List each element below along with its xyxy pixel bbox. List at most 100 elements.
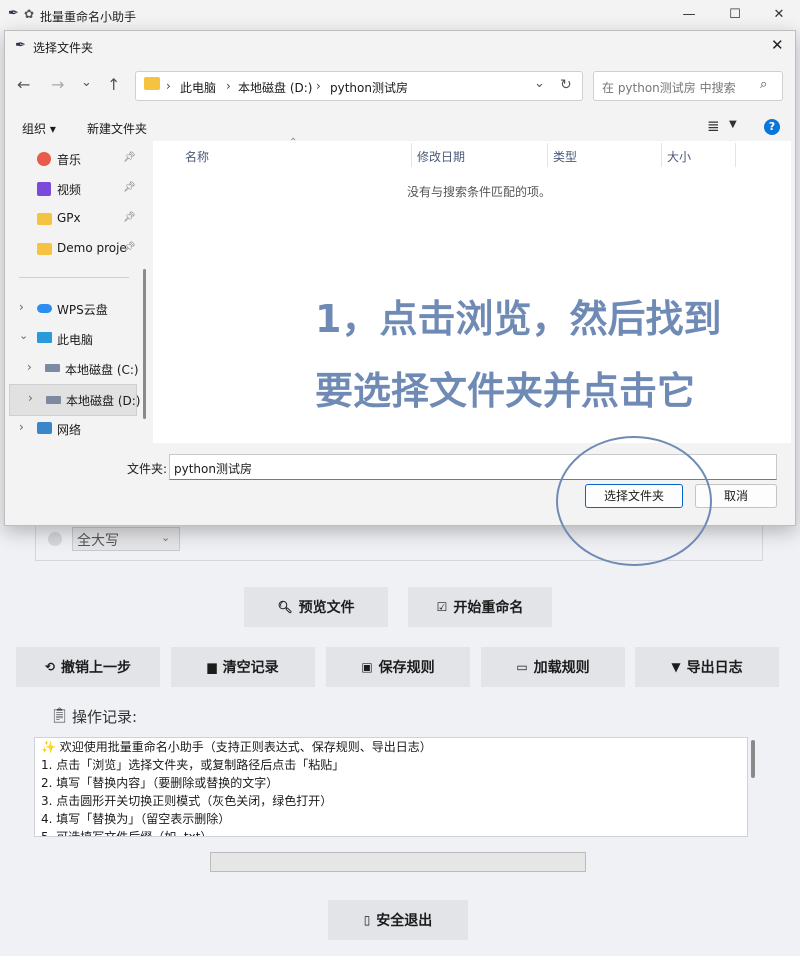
search-icon: ⌕ [760,77,768,92]
folder-open-icon: ▭ [516,660,528,674]
dialog-close-icon[interactable]: ✕ [771,36,784,54]
column-size[interactable]: 大小 [667,148,691,165]
highlight-circle [556,436,712,566]
uppercase-radio[interactable] [48,532,62,546]
log-textarea[interactable]: ✨ 欢迎使用批量重命名小助手（支持正则表达式、保存规则、导出日志） 1. 点击「… [34,737,748,837]
save-rules-button[interactable]: ▣ 保存规则 [326,647,470,687]
nav-item-network[interactable]: › 网络 [5,414,141,444]
up-arrow-icon[interactable]: ↑ [107,75,120,94]
export-icon: ▼ [671,660,681,674]
nav-item-label: 本地磁盘 (D:) [66,394,141,408]
nav-item-label: GPx [57,211,81,225]
organize-menu[interactable]: 组织 ▾ [22,120,56,137]
chevron-right-icon[interactable]: › [27,360,32,374]
nav-item-music[interactable]: 音乐 📌︎ [5,144,141,174]
log-line: ✨ 欢迎使用批量重命名小助手（支持正则表达式、保存规则、导出日志） [41,740,432,754]
pin-icon: 📌︎ [123,182,136,193]
nav-item-drive-d-selected[interactable]: › 本地磁盘 (D:) [9,384,141,416]
nav-item-label: Demo proje [57,241,127,255]
nav-item-label: 音乐 [57,153,82,167]
uppercase-select[interactable]: 全大写 ⌄ [72,527,180,551]
nav-scrollbar[interactable] [143,269,146,419]
undo-button[interactable]: ⟲ 撤销上一步 [16,647,160,687]
nav-item-label: 本地磁盘 (C:) [65,363,139,377]
chevron-down-icon: ⌄ [161,531,171,544]
export-log-button[interactable]: ▼ 导出日志 [635,647,779,687]
column-divider [411,143,412,167]
nav-item-gpx[interactable]: GPx 📌︎ [5,204,141,234]
folder-icon [144,77,160,90]
preview-button[interactable]: 🔍︎ 预览文件 [244,587,388,627]
breadcrumb-separator: › [316,79,321,93]
exit-label: 安全退出 [376,913,433,929]
breadcrumb-separator: › [166,79,171,93]
pin-icon: 📌︎ [123,242,136,253]
breadcrumb-separator: › [226,79,231,93]
nav-item-label: 视频 [57,183,82,197]
recent-dropdown-icon[interactable]: ⌄ [81,75,92,90]
breadcrumb-drive-d[interactable]: 本地磁盘 (D:) [238,79,312,96]
view-menu-icon[interactable]: ≣ [707,117,720,135]
address-bar[interactable]: › 此电脑 › 本地磁盘 (D:) › python测试房 ⌄ ↻ [135,71,583,101]
help-icon[interactable]: ? [764,119,780,135]
log-line: 5. 可选填写文件后缀（如 .txt） [41,830,213,837]
nav-item-this-pc[interactable]: ⌄ 此电脑 [5,324,141,354]
drive-icon [46,396,61,404]
nav-item-label: 网络 [57,423,82,437]
clear-log-button[interactable]: ▆ 清空记录 [171,647,315,687]
export-log-label: 导出日志 [686,660,743,676]
forward-arrow-icon[interactable]: → [51,75,64,94]
preview-button-label: 预览文件 [298,600,355,616]
log-scrollbar[interactable] [751,740,755,778]
chevron-down-icon[interactable]: ▼ [729,119,737,130]
checkbox-icon: ☑ [436,600,448,614]
chevron-down-icon[interactable]: ⌄ [534,76,545,91]
column-divider [661,143,662,167]
maximize-button[interactable]: ☐ [712,0,758,30]
nav-item-label: 此电脑 [57,333,94,347]
search-input[interactable]: 在 python测试房 中搜索 ⌕ [593,71,783,101]
back-arrow-icon[interactable]: ← [17,75,30,94]
annotation-line-2: 要选择文件夹并点击它 [315,369,696,413]
nav-item-drive-c[interactable]: › 本地磁盘 (C:) [5,354,141,384]
log-line: 4. 填写「替换为」（留空表示删除） [41,812,231,826]
close-button[interactable]: ✕ [756,0,800,30]
chevron-right-icon[interactable]: › [28,391,33,405]
column-divider [547,143,548,167]
chevron-right-icon[interactable]: › [19,300,24,314]
nav-item-videos[interactable]: 视频 📌︎ [5,174,141,204]
column-name[interactable]: 名称 [185,148,209,165]
feather-icon: ✒ [8,6,19,21]
chevron-down-icon[interactable]: ⌄ [19,329,28,342]
breadcrumb-folder[interactable]: python测试房 [330,79,408,96]
minimize-button[interactable]: — [666,0,712,30]
exit-icon: ▯ [363,913,371,927]
log-title: 操作记录: [72,708,138,726]
music-icon [37,152,51,166]
nav-item-wps-cloud[interactable]: › WPS云盘 [5,294,141,324]
search-placeholder: 在 python测试房 中搜索 [602,81,736,95]
search-icon: 🔍︎ [277,600,293,614]
main-titlebar: ✒ ✿ 批量重命名小助手 — ☐ ✕ [0,0,800,30]
exit-button[interactable]: ▯ 安全退出 [328,900,468,940]
undo-icon: ⟲ [44,660,56,674]
log-line: 3. 点击圆形开关切换正则模式（灰色关闭，绿色打开） [41,794,333,808]
load-rules-button[interactable]: ▭ 加载规则 [481,647,625,687]
start-rename-button[interactable]: ☑ 开始重命名 [408,587,552,627]
trash-icon: ▆ [207,660,217,674]
nav-item-demo-project[interactable]: Demo proje 📌︎ [5,234,141,264]
chevron-right-icon[interactable]: › [19,420,24,434]
folder-icon [37,243,52,255]
progress-bar [210,852,586,872]
folder-field-value: python测试房 [174,462,252,476]
column-type[interactable]: 类型 [553,148,577,165]
uppercase-select-value: 全大写 [77,533,119,549]
breadcrumb-this-pc[interactable]: 此电脑 [180,79,216,96]
log-line: 2. 填写「替换内容」（要删除或替换的文字） [41,776,279,790]
new-folder-button[interactable]: 新建文件夹 [87,120,147,137]
main-window-title: 批量重命名小助手 [40,10,137,24]
refresh-icon[interactable]: ↻ [560,77,572,93]
column-date[interactable]: 修改日期 [417,148,465,165]
folder-icon [37,213,52,225]
cloud-icon [37,304,52,313]
